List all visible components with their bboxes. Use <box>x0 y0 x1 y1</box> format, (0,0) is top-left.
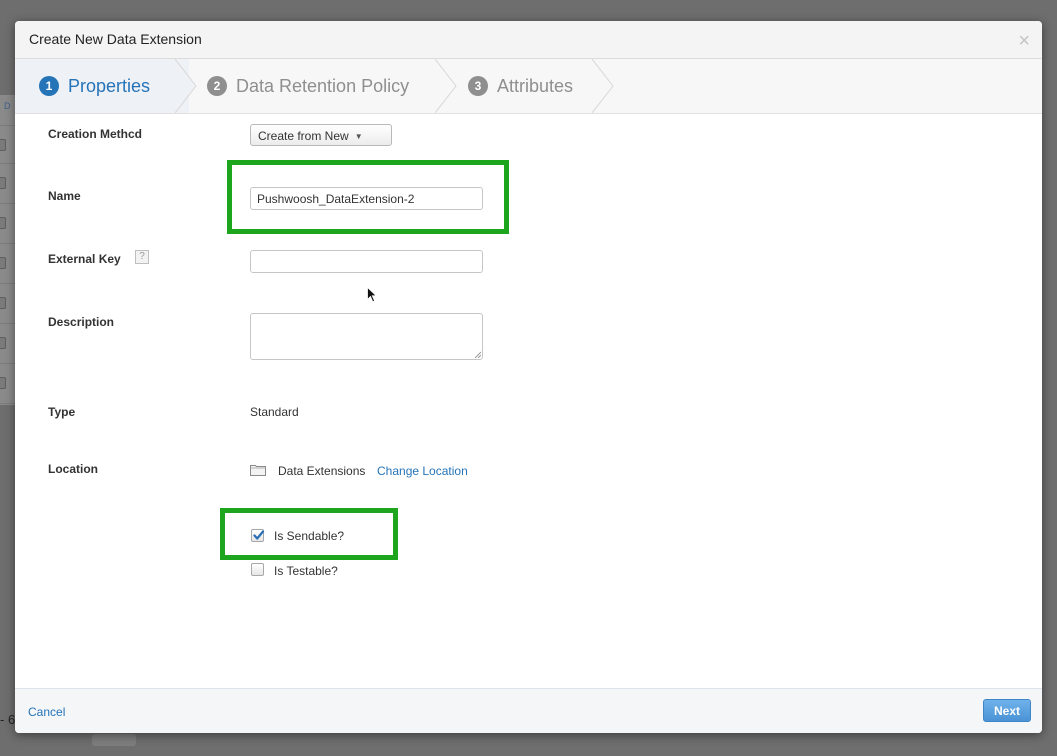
name-label: Name <box>48 189 81 203</box>
dialog-header: Create New Data Extension × <box>15 21 1042 59</box>
creation-method-value: Create from New <box>258 129 349 143</box>
creation-method-dropdown[interactable]: Create from New ▼ <box>250 124 392 146</box>
background-checkbox <box>0 377 6 389</box>
change-location-link[interactable]: Change Location <box>377 464 468 478</box>
step-label: Properties <box>68 75 151 96</box>
background-page-strip <box>0 95 16 405</box>
type-label: Type <box>48 405 76 419</box>
step-separator-chevron <box>435 59 457 113</box>
folder-icon <box>250 465 266 476</box>
background-divider <box>0 323 16 324</box>
external-key-label: External Key <box>48 252 121 266</box>
step-separator-chevron <box>592 59 614 113</box>
background-divider <box>0 243 16 244</box>
step-data-retention-policy[interactable]: 2 Data Retention Policy <box>207 59 409 113</box>
check-icon <box>253 530 265 540</box>
background-checkbox <box>0 297 6 309</box>
next-button[interactable]: Next <box>983 699 1031 722</box>
is-sendable-label[interactable]: Is Sendable? <box>274 529 344 543</box>
step-attributes[interactable]: 3 Attributes <box>468 59 573 113</box>
background-checkbox <box>0 139 6 151</box>
name-input[interactable] <box>250 187 483 210</box>
mouse-cursor-icon <box>367 287 377 303</box>
description-label: Description <box>48 315 115 329</box>
cancel-button[interactable]: Cancel <box>28 705 65 719</box>
location-value: Data Extensions <box>278 464 366 478</box>
close-icon[interactable]: × <box>1018 31 1030 51</box>
step-properties[interactable]: 1 Properties <box>39 59 150 113</box>
background-divider <box>0 283 16 284</box>
dialog-footer: Cancel Next <box>15 688 1042 733</box>
help-icon[interactable]: ? <box>135 250 149 264</box>
background-divider <box>0 363 16 364</box>
background-checkbox <box>0 257 6 269</box>
step-label: Data Retention Policy <box>236 75 410 96</box>
location-label: Location <box>48 462 98 476</box>
is-sendable-checkbox[interactable] <box>251 529 265 542</box>
external-key-input[interactable] <box>250 250 483 273</box>
background-checkbox <box>0 337 6 349</box>
step-number-icon: 1 <box>39 76 59 96</box>
description-textarea[interactable] <box>250 313 483 360</box>
background-divider <box>0 203 16 204</box>
is-testable-checkbox[interactable] <box>251 563 264 576</box>
step-separator-chevron <box>175 59 197 113</box>
resize-handle-icon[interactable] <box>474 351 481 358</box>
background-divider <box>0 125 16 126</box>
caret-down-icon: ▼ <box>354 132 363 141</box>
background-footer-box <box>92 734 136 746</box>
wizard-steps: 1 Properties 2 Data Retention Policy 3 A… <box>15 59 1042 114</box>
step-label: Attributes <box>497 75 574 96</box>
background-footer-text: - 6 <box>0 712 16 727</box>
background-checkbox <box>0 217 6 229</box>
step-number-icon: 2 <box>207 76 227 96</box>
create-data-extension-dialog: Create New Data Extension × 1 Properties… <box>15 21 1042 733</box>
background-column-letter: D <box>4 101 11 111</box>
creation-method-label: Creation Methcd <box>48 127 143 141</box>
type-value: Standard <box>250 405 299 419</box>
background-divider <box>0 163 16 164</box>
background-divider <box>0 403 16 404</box>
is-testable-label[interactable]: Is Testable? <box>274 564 338 578</box>
background-checkbox <box>0 177 6 189</box>
dialog-title: Create New Data Extension <box>29 31 202 47</box>
step-number-icon: 3 <box>468 76 488 96</box>
